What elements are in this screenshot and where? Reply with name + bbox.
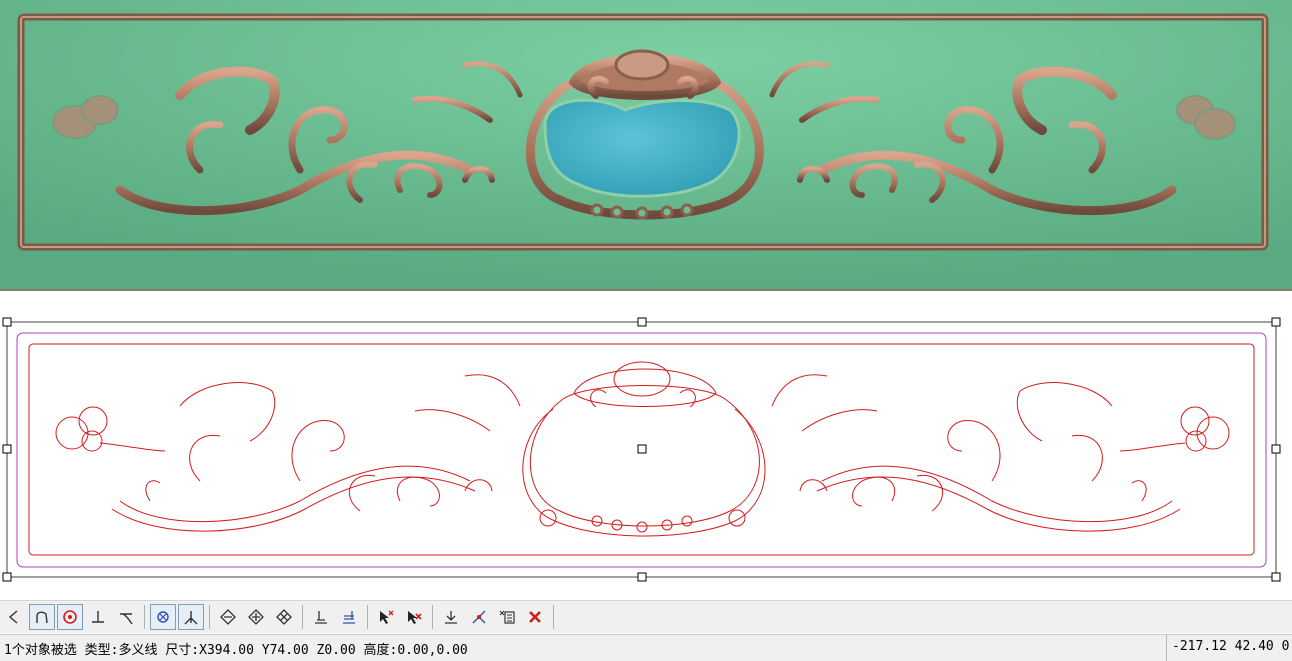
perpendicular-snap-icon[interactable]	[85, 604, 111, 630]
align-left-icon[interactable]	[308, 604, 334, 630]
snap-edit-toolbar	[0, 600, 1292, 633]
handle-bottom-center	[637, 572, 647, 582]
node-edit-icon[interactable]	[215, 604, 241, 630]
intersection-snap-icon[interactable]	[178, 604, 204, 630]
toolbar-separator	[209, 605, 210, 629]
selection-status-text: 1个对象被选 类型:多义线 尺寸:X394.00 Y74.00 Z0.00 高度…	[4, 643, 468, 658]
list-select-icon[interactable]	[494, 604, 520, 630]
cursor-coordinates: -217.12 42.40 0	[1172, 639, 1290, 654]
node-delete-icon[interactable]	[271, 604, 297, 630]
select-remove-icon[interactable]	[401, 604, 427, 630]
delete-icon[interactable]	[522, 604, 548, 630]
align-center-icon[interactable]	[336, 604, 362, 630]
toolbar-separator	[367, 605, 368, 629]
curve-tool-icon[interactable]	[29, 604, 55, 630]
handle-bottom-right	[1271, 572, 1281, 582]
tangent-snap-icon[interactable]	[113, 604, 139, 630]
status-bar: 1个对象被选 类型:多义线 尺寸:X394.00 Y74.00 Z0.00 高度…	[0, 634, 1292, 661]
join-icon[interactable]	[438, 604, 464, 630]
cursor-coordinates-pane: -217.12 42.40 0	[1166, 635, 1292, 661]
center-snap-icon[interactable]	[150, 604, 176, 630]
select-add-icon[interactable]	[373, 604, 399, 630]
handle-bottom-left	[2, 572, 12, 582]
toolbar-separator	[553, 605, 554, 629]
handle-middle-left	[2, 444, 12, 454]
handle-top-right	[1271, 317, 1281, 327]
handle-middle-right	[1271, 444, 1281, 454]
toolbar-separator	[144, 605, 145, 629]
arc-tool-icon[interactable]	[1, 604, 27, 630]
handle-top-center	[637, 317, 647, 327]
handle-top-left	[2, 317, 12, 327]
trim-icon[interactable]	[466, 604, 492, 630]
vector-drawing-view[interactable]	[0, 291, 1292, 600]
node-add-icon[interactable]	[243, 604, 269, 630]
relief-render-view[interactable]	[0, 0, 1292, 291]
toolbar-separator	[302, 605, 303, 629]
toolbar-separator	[432, 605, 433, 629]
selection-handles	[2, 317, 1281, 582]
relief-pool	[543, 98, 741, 198]
handle-center	[637, 444, 647, 454]
circle-snap-icon[interactable]	[57, 604, 83, 630]
